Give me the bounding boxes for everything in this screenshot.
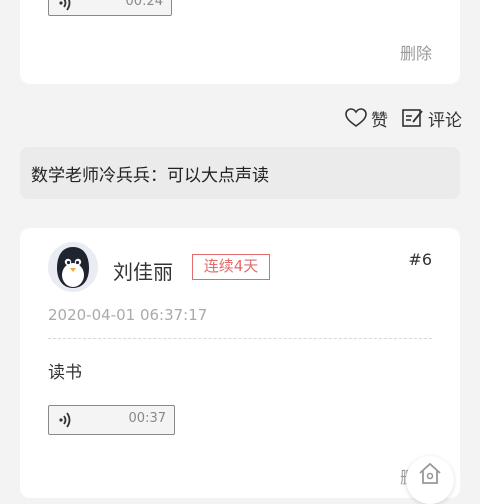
- like-label: 赞: [371, 110, 388, 131]
- home-button[interactable]: [406, 456, 454, 504]
- streak-badge: 连续4天: [192, 254, 270, 280]
- post-actions: 赞 评论: [331, 104, 462, 132]
- audio-player[interactable]: 00:24: [48, 0, 172, 16]
- audio-player[interactable]: 00:37: [48, 405, 175, 435]
- author-name[interactable]: 刘佳丽: [113, 256, 173, 285]
- post-number: #6: [408, 250, 432, 269]
- audio-duration: 00:37: [128, 411, 166, 426]
- sound-wave-icon: [59, 412, 71, 428]
- audio-duration: 00:24: [125, 0, 163, 9]
- comment-item[interactable]: 数学老师冷兵兵：可以大点声读: [20, 147, 460, 199]
- post-card: 刘佳丽 连续4天 #6 2020-04-01 06:37:17 读书 00:37…: [20, 228, 460, 498]
- previous-post-card: 00:24 删除: [20, 0, 460, 84]
- penguin-avatar-icon: [48, 242, 98, 292]
- comment-button[interactable]: 评论: [402, 106, 462, 131]
- delete-button[interactable]: 删除: [400, 40, 432, 64]
- divider: [48, 338, 432, 339]
- sound-wave-icon: [59, 0, 71, 11]
- comment-label: 评论: [428, 110, 462, 131]
- heart-icon: [345, 108, 367, 127]
- post-content: 读书: [48, 363, 82, 383]
- like-button[interactable]: 赞: [345, 106, 388, 131]
- comment-text: 数学老师冷兵兵：可以大点声读: [31, 166, 269, 186]
- comment-edit-icon: [402, 109, 423, 127]
- home-icon: [419, 462, 441, 484]
- avatar[interactable]: [48, 242, 98, 292]
- post-timestamp: 2020-04-01 06:37:17: [48, 306, 208, 324]
